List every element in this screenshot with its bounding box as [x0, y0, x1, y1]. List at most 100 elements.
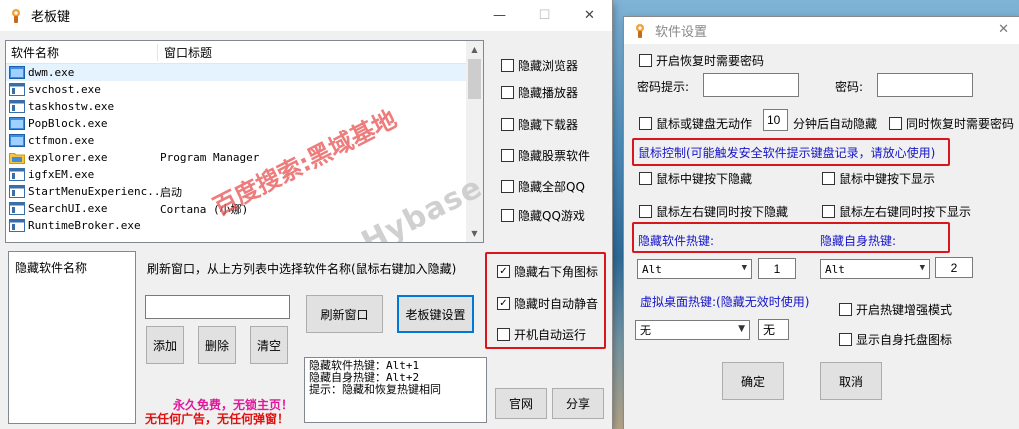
checkbox-label: 开启恢复时需要密码 — [656, 54, 765, 68]
checkbox-box[interactable] — [501, 59, 514, 72]
virtual-modifier-select[interactable]: 无 ▼ — [635, 320, 750, 340]
software-name-input[interactable] — [145, 295, 290, 319]
hide-option-checkbox[interactable]: 隐藏下载器 — [501, 116, 578, 133]
scrollbar-thumb[interactable] — [468, 59, 481, 99]
idle-minutes-suffix: 分钟后自动隐藏 — [793, 117, 878, 131]
hide-option-checkbox[interactable]: 隐藏QQ游戏 — [501, 207, 585, 224]
hide-option-checkbox[interactable]: 隐藏股票软件 — [501, 147, 590, 164]
boss-key-settings-button[interactable]: 老板键设置 — [397, 295, 474, 333]
process-row[interactable]: svchost.exe — [6, 81, 468, 98]
maximize-button[interactable]: ☐ — [522, 0, 567, 31]
checkbox-label: 鼠标左右键同时按下显示 — [839, 205, 972, 219]
settings-titlebar[interactable]: 软件设置 ✕ — [624, 17, 1019, 44]
process-list[interactable]: 软件名称 窗口标题 dwm.exe svchost.exe taskhostw.ex… — [5, 40, 484, 243]
vertical-scrollbar[interactable]: ▲ ▼ — [466, 41, 483, 242]
main-window: 老板键 — ☐ ✕ 软件名称 窗口标题 dwm.exe svchost.exe ta… — [0, 0, 612, 429]
both-press-show-checkbox[interactable]: 鼠标左右键同时按下显示 — [822, 203, 971, 220]
process-name: explorer.exe — [28, 151, 108, 164]
hotkey-self-modifier-select[interactable]: Alt ▼ — [820, 259, 930, 279]
blue-window-icon — [6, 117, 28, 130]
hide-option-checkbox[interactable]: 隐藏全部QQ — [501, 178, 585, 195]
option-checkbox[interactable]: 开机自动运行 — [497, 326, 586, 343]
process-row[interactable]: dwm.exe — [6, 64, 468, 81]
both-press-hide-checkbox[interactable]: 鼠标左右键同时按下隐藏 — [639, 203, 788, 220]
checkmark-icon[interactable]: ✓ — [497, 265, 510, 278]
hotkey-soft-label: 隐藏软件热键: — [638, 234, 715, 248]
column-header-name[interactable]: 软件名称 — [6, 43, 158, 61]
main-titlebar[interactable]: 老板键 — ☐ ✕ — [0, 0, 612, 31]
website-button[interactable]: 官网 — [495, 388, 547, 419]
checkmark-icon[interactable]: ✓ — [497, 297, 510, 310]
process-window-title: 启动 — [160, 185, 182, 199]
column-header-title[interactable]: 窗口标题 — [158, 44, 212, 61]
hidden-software-list[interactable]: 隐藏软件名称 — [8, 251, 136, 424]
main-title: 老板键 — [31, 10, 71, 25]
app-window-icon — [6, 219, 28, 232]
checkbox-box[interactable] — [501, 180, 514, 193]
password-input[interactable] — [877, 73, 973, 97]
hotkey-soft-key-input[interactable] — [758, 258, 796, 279]
delete-button[interactable]: 删除 — [198, 326, 236, 364]
add-button[interactable]: 添加 — [146, 326, 184, 364]
process-row[interactable]: ctfmon.exe — [6, 132, 468, 149]
checkbox-box[interactable] — [501, 86, 514, 99]
process-list-header: 软件名称 窗口标题 — [6, 41, 468, 64]
blue-window-icon — [6, 66, 28, 79]
password-hint-input[interactable] — [703, 73, 799, 97]
app-window-icon — [6, 83, 28, 96]
app-window-icon — [6, 100, 28, 113]
idle-require-password-checkbox[interactable]: 同时恢复时需要密码 — [889, 115, 1014, 132]
idle-minutes-input[interactable] — [763, 109, 788, 131]
select-value: 无 — [640, 324, 651, 337]
virtual-key-input[interactable] — [758, 319, 789, 340]
process-row[interactable]: taskhostw.exe — [6, 98, 468, 115]
checkbox-box[interactable] — [497, 328, 510, 341]
chevron-down-icon: ▼ — [738, 324, 745, 334]
checkbox-box[interactable] — [889, 117, 902, 130]
checkbox-box[interactable] — [822, 172, 835, 185]
checkbox-label: 隐藏下载器 — [518, 118, 579, 132]
checkbox-box[interactable] — [501, 209, 514, 222]
option-checkbox[interactable]: ✓ 隐藏右下角图标 — [497, 263, 598, 280]
process-name: StartMenuExperienc... — [28, 185, 158, 198]
tray-icon-checkbox[interactable]: 显示自身托盘图标 — [839, 331, 952, 348]
cancel-button[interactable]: 取消 — [820, 362, 882, 400]
share-button[interactable]: 分享 — [552, 388, 604, 419]
refresh-window-button[interactable]: 刷新窗口 — [306, 295, 383, 333]
clear-button[interactable]: 清空 — [250, 326, 288, 364]
scroll-down-arrow-icon[interactable]: ▼ — [466, 225, 483, 242]
hotkey-self-key-input[interactable] — [935, 257, 973, 278]
settings-title: 软件设置 — [655, 25, 708, 40]
process-row[interactable]: explorer.exe Program Manager — [6, 149, 468, 166]
enhance-mode-checkbox[interactable]: 开启热键增强模式 — [839, 301, 952, 318]
hotkey-soft-modifier-select[interactable]: Alt ▼ — [637, 259, 752, 279]
checkbox-label: 鼠标中键按下显示 — [839, 172, 936, 186]
checkbox-box[interactable] — [639, 172, 652, 185]
require-password-checkbox[interactable]: 开启恢复时需要密码 — [639, 52, 764, 69]
checkbox-label: 隐藏股票软件 — [518, 149, 591, 163]
hide-option-checkbox[interactable]: 隐藏播放器 — [501, 84, 578, 101]
select-value: Alt — [825, 262, 845, 276]
checkbox-box[interactable] — [501, 118, 514, 131]
checkbox-label: 隐藏右下角图标 — [514, 265, 599, 279]
idle-hide-checkbox[interactable]: 鼠标或键盘无动作 — [639, 115, 752, 132]
option-checkbox[interactable]: ✓ 隐藏时自动静音 — [497, 295, 598, 312]
hide-option-checkbox[interactable]: 隐藏浏览器 — [501, 57, 578, 74]
ok-button[interactable]: 确定 — [722, 362, 784, 400]
process-name: ctfmon.exe — [28, 134, 95, 147]
middle-press-show-checkbox[interactable]: 鼠标中键按下显示 — [822, 170, 935, 187]
minimize-button[interactable]: — — [477, 0, 522, 31]
checkbox-box[interactable] — [639, 54, 652, 67]
middle-press-hide-checkbox[interactable]: 鼠标中键按下隐藏 — [639, 170, 752, 187]
close-button[interactable]: ✕ — [567, 0, 612, 31]
process-name: igfxEM.exe — [28, 168, 95, 181]
checkbox-box[interactable] — [839, 333, 852, 346]
checkbox-box[interactable] — [822, 205, 835, 218]
checkbox-box[interactable] — [639, 205, 652, 218]
checkbox-box[interactable] — [501, 149, 514, 162]
settings-close-button[interactable]: ✕ — [998, 22, 1009, 37]
checkbox-box[interactable] — [839, 303, 852, 316]
checkbox-label: 开启热键增强模式 — [856, 303, 953, 317]
scroll-up-arrow-icon[interactable]: ▲ — [466, 41, 483, 58]
checkbox-box[interactable] — [639, 117, 652, 130]
